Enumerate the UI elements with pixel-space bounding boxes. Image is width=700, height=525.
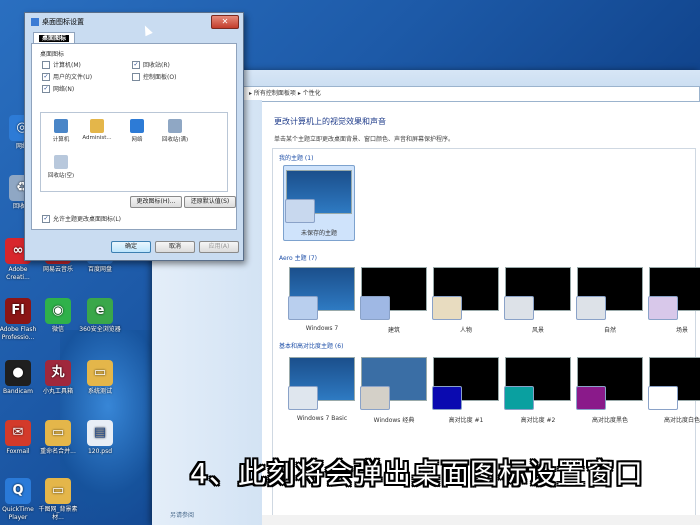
desktop-icon-rename-folder[interactable]: ▭ 重命名合并...	[36, 420, 80, 456]
folder-icon: ▭	[45, 420, 71, 446]
section-aero-themes: Aero 主题 (7)	[279, 255, 318, 262]
desktop-icon-quicktime[interactable]: Q QuickTime Player	[0, 478, 40, 522]
checkbox-network[interactable]: ✓ 网络(N)	[42, 84, 74, 93]
ok-button[interactable]: 确定	[111, 241, 151, 253]
desktop-icon-wechat[interactable]: ◉ 微信	[36, 298, 80, 334]
theme-windows-classic[interactable]: Windows 经典	[359, 357, 429, 424]
theme-characters[interactable]: 人物	[431, 267, 501, 334]
desktop-icon-toolbox[interactable]: 丸小丸工具箱	[36, 360, 80, 396]
change-icon-button[interactable]: 更改图标(H)...	[130, 196, 182, 208]
page-subheading: 单击某个主题立即更改桌面背景、窗口颜色、声音和屏幕保护程序。	[274, 136, 455, 143]
desktop-icon-system-test[interactable]: ▭ 系统测试	[78, 360, 122, 396]
checkbox-allow-themes[interactable]: ✓ 允许主题更改桌面图标(L)	[42, 214, 121, 223]
theme-unsaved[interactable]: 未保存的主题	[283, 165, 355, 241]
foxmail-icon: ✉	[5, 420, 31, 446]
settings-icon	[31, 18, 39, 26]
toolbox-icon: 丸	[45, 360, 71, 386]
group-label: 桌面图标	[40, 51, 65, 58]
recycle-bin-full-icon	[168, 119, 182, 133]
preview-computer[interactable]: 计算机	[45, 119, 77, 143]
user-folder-icon	[90, 119, 104, 133]
theme-nature[interactable]: 自然	[575, 267, 645, 334]
recycle-bin-empty-icon	[54, 155, 68, 169]
desktop-icon-bandicam[interactable]: ● Bandicam	[0, 360, 40, 396]
quicktime-icon: Q	[5, 478, 31, 504]
checkbox-recycle-bin[interactable]: ✓ 回收站(R)	[132, 60, 170, 69]
restore-default-button[interactable]: 还原默认值(S)	[184, 196, 236, 208]
section-basic-themes: 基本和高对比度主题 (6)	[279, 343, 344, 350]
theme-architecture[interactable]: 建筑	[359, 267, 429, 334]
theme-windows7[interactable]: Windows 7	[287, 267, 357, 332]
dialog-panel: 桌面图标 计算机(M) ✓ 回收站(R) ✓ 用户的文件(U) 控制面板(O) ✓ 网…	[31, 43, 237, 230]
checkbox-computer[interactable]: 计算机(M)	[42, 60, 81, 69]
icon-preview-list: 计算机 Administ... 网络 回收站(满) 回收站(空)	[40, 112, 228, 192]
desktop-icon-qiantu-folder[interactable]: ▭ 千图网_背景素材...	[36, 478, 80, 522]
close-button[interactable]: ✕	[211, 15, 239, 29]
theme-high-contrast-2[interactable]: 高对比度 #2	[503, 357, 573, 424]
theme-high-contrast-1[interactable]: 高对比度 #1	[431, 357, 501, 424]
apply-button[interactable]: 应用(A)	[199, 241, 239, 253]
theme-landscapes[interactable]: 风景	[503, 267, 573, 334]
preview-recycle-empty[interactable]: 回收站(空)	[45, 155, 77, 179]
tutorial-caption: 4、此刻将会弹出桌面图标设置窗口	[190, 457, 644, 490]
desktop-icon-360-browser[interactable]: e 360安全浏览器	[78, 298, 122, 334]
theme-scenes[interactable]: 场景	[647, 267, 700, 334]
desktop-icon-psd-file[interactable]: ▤ 120.psd	[78, 420, 122, 456]
bandicam-icon: ●	[5, 360, 31, 386]
computer-icon	[54, 119, 68, 133]
theme-high-contrast-black[interactable]: 高对比度黑色	[575, 357, 645, 424]
checkbox-control-panel[interactable]: 控制面板(O)	[132, 72, 176, 81]
section-my-themes: 我的主题 (1)	[279, 155, 314, 162]
see-also-label: 另请参阅	[170, 512, 195, 519]
preview-network[interactable]: 网络	[121, 119, 153, 143]
network-icon	[130, 119, 144, 133]
bottom-strip	[262, 515, 700, 525]
page-heading: 更改计算机上的视觉效果和声音	[274, 117, 386, 126]
wechat-icon: ◉	[45, 298, 71, 324]
preview-recycle-full[interactable]: 回收站(满)	[159, 119, 191, 143]
cancel-button[interactable]: 取消	[155, 241, 195, 253]
desktop-icon-flash[interactable]: Fl Adobe Flash Professio...	[0, 298, 40, 342]
preview-user-folder[interactable]: Administ...	[81, 119, 113, 141]
desktop-icon-foxmail[interactable]: ✉ Foxmail	[0, 420, 40, 456]
dialog-title: 桌面图标设置	[31, 17, 84, 27]
folder-icon: ▭	[87, 360, 113, 386]
folder-icon: ▭	[45, 478, 71, 504]
desktop-icon-settings-dialog: 桌面图标设置 ✕ 桌面图标 桌面图标 计算机(M) ✓ 回收站(R) ✓ 用户的文件…	[24, 12, 244, 261]
theme-high-contrast-white[interactable]: 高对比度白色	[647, 357, 700, 424]
psd-file-icon: ▤	[87, 420, 113, 446]
checkbox-user-files[interactable]: ✓ 用户的文件(U)	[42, 72, 92, 81]
flash-icon: Fl	[5, 298, 31, 324]
theme-windows7-basic[interactable]: Windows 7 Basic	[287, 357, 357, 422]
browser-icon: e	[87, 298, 113, 324]
